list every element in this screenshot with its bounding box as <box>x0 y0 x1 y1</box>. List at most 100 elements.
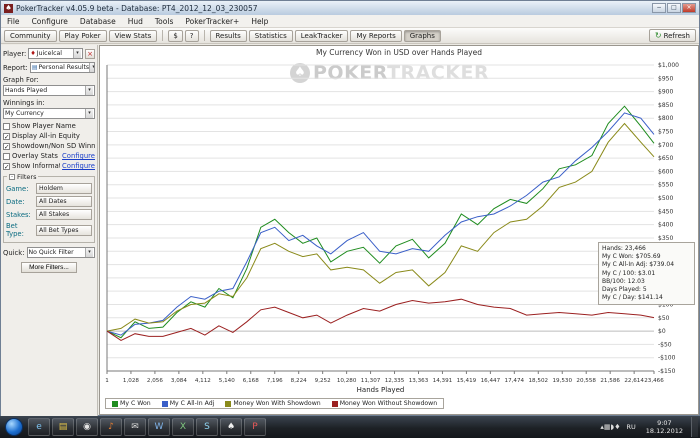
network-tray-icon[interactable]: ♦ <box>614 423 620 431</box>
report-icon <box>32 64 38 71</box>
showdown-winnings-checkbox[interactable]: ✓ <box>3 142 10 150</box>
menu-pokertracker-plus[interactable]: PokerTracker+ <box>184 17 240 26</box>
community-button[interactable]: Community <box>4 29 57 42</box>
overlay-stats-checkbox[interactable] <box>3 152 10 160</box>
svg-text:17,474: 17,474 <box>505 378 525 384</box>
currency-button[interactable]: $ <box>168 29 183 42</box>
chart-legend: My C Won My C All-In Adj Money Won With … <box>105 398 445 409</box>
media-player-icon[interactable]: ◉ <box>76 418 98 436</box>
maximize-button[interactable] <box>667 3 681 13</box>
menu-bar: File Configure Database Hud Tools PokerT… <box>1 15 699 28</box>
show-information-box-checkbox[interactable]: ✓ <box>3 162 10 170</box>
screen: PokerTracker v4.05.9 beta - Database: PT… <box>0 0 700 438</box>
tab-results[interactable]: Results <box>209 29 247 42</box>
bet-type-filter-button[interactable]: All Bet Types <box>36 224 92 236</box>
update-tray-icon[interactable]: ▦ <box>604 423 611 431</box>
minimize-button[interactable] <box>652 3 666 13</box>
menu-configure[interactable]: Configure <box>31 17 69 26</box>
chevron-down-icon[interactable] <box>85 109 93 118</box>
svg-text:7,196: 7,196 <box>267 378 283 384</box>
svg-text:$950: $950 <box>658 75 673 82</box>
chevron-down-icon[interactable] <box>85 248 93 257</box>
filters-collapse-toggle[interactable]: - <box>9 174 15 180</box>
tab-leaktracker[interactable]: LeakTracker <box>294 29 349 42</box>
tab-graphs[interactable]: Graphs <box>403 29 441 42</box>
report-select[interactable]: Personal Results <box>29 62 95 73</box>
mail-app-icon[interactable]: ✉ <box>124 418 146 436</box>
menu-tools[interactable]: Tools <box>154 17 174 26</box>
tab-statistics[interactable]: Statistics <box>248 29 293 42</box>
taskbar-icons: e ▤ ◉ ♪ ✉ W X S ♠ P <box>28 418 266 436</box>
svg-text:$600: $600 <box>658 168 673 175</box>
legend-label: Money Won Without Showdown <box>339 400 438 407</box>
menu-help[interactable]: Help <box>250 17 269 26</box>
folder-icon[interactable]: ▤ <box>52 418 74 436</box>
close-button[interactable] <box>682 3 696 13</box>
legend-label: Money Won With Showdown <box>233 400 321 407</box>
game-filter-button[interactable]: Holdem <box>36 183 92 194</box>
poker-client-icon[interactable]: ♠ <box>220 418 242 436</box>
info-per-day: My C / Day: $141.14 <box>602 294 663 302</box>
play-poker-button[interactable]: Play Poker <box>58 29 107 42</box>
pokertracker-window: PokerTracker v4.05.9 beta - Database: PT… <box>0 0 700 416</box>
quick-filter-select[interactable]: No Quick Filter <box>26 247 95 258</box>
chart-title: My Currency Won in USD over Hands Played <box>316 48 482 57</box>
pokertracker-app-icon[interactable]: P <box>244 418 266 436</box>
svg-text:14,391: 14,391 <box>433 378 453 384</box>
show-player-name-checkbox[interactable] <box>3 122 10 130</box>
show-desktop-button[interactable] <box>691 417 698 437</box>
language-indicator[interactable]: RU <box>625 423 638 431</box>
start-button[interactable] <box>5 418 23 436</box>
tab-my-reports[interactable]: My Reports <box>350 29 402 42</box>
svg-text:19,530: 19,530 <box>552 378 572 384</box>
more-filters-button[interactable]: More Filters... <box>21 262 77 273</box>
menu-hud[interactable]: Hud <box>127 17 144 26</box>
chat-app-icon[interactable]: S <box>196 418 218 436</box>
overlay-stats-configure-link[interactable]: Configure <box>62 152 95 160</box>
player-value: Juicelcal <box>36 50 63 57</box>
legend-allin-adj: My C All-In Adj <box>161 400 214 407</box>
browser-icon[interactable]: e <box>28 418 50 436</box>
sidebar: Player: Juicelcal Report: Personal Resul… <box>1 45 98 416</box>
svg-text:13,363: 13,363 <box>409 378 429 384</box>
excel-app-icon[interactable]: X <box>172 418 194 436</box>
music-app-icon[interactable]: ♪ <box>100 418 122 436</box>
stakes-filter-label: Stakes: <box>6 210 31 219</box>
display-allin-equity-checkbox[interactable]: ✓ <box>3 132 10 140</box>
legend-swatch <box>161 400 168 407</box>
word-app-icon[interactable]: W <box>148 418 170 436</box>
menu-database[interactable]: Database <box>79 17 117 26</box>
svg-text:3,084: 3,084 <box>171 378 187 384</box>
help-button[interactable]: ? <box>184 29 199 42</box>
title-bar[interactable]: PokerTracker v4.05.9 beta - Database: PT… <box>1 1 699 15</box>
svg-text:11,307: 11,307 <box>361 378 381 384</box>
winnings-graph[interactable]: $1,000 $950 $900 $850 $800 $750 $700 $650 $600 $5… <box>101 59 698 397</box>
stakes-filter-button[interactable]: All Stakes <box>36 209 92 220</box>
graph-for-select[interactable]: Hands Played <box>3 85 95 96</box>
player-select[interactable]: Juicelcal <box>28 48 83 59</box>
checkbox-label: Show Information Box <box>12 162 60 170</box>
svg-text:$700: $700 <box>658 142 673 149</box>
information-box-configure-link[interactable]: Configure <box>62 162 95 170</box>
chevron-down-icon[interactable] <box>85 86 93 95</box>
chevron-down-icon[interactable] <box>89 63 94 72</box>
checkbox-label: Show Player Name <box>12 122 76 130</box>
info-allin-adj: My C All-In Adj: $739.04 <box>602 261 675 269</box>
svg-text:6,168: 6,168 <box>243 378 259 384</box>
svg-text:-$150: -$150 <box>658 368 676 375</box>
winnings-in-select[interactable]: My Currency <box>3 108 95 119</box>
taskbar-clock[interactable]: 9:07 18.12.2012 <box>642 419 687 435</box>
refresh-button[interactable]: Refresh <box>648 29 696 42</box>
checkbox-row-show-player-name: Show Player Name <box>3 122 95 130</box>
player-icon <box>30 50 35 57</box>
svg-text:$500: $500 <box>658 195 673 202</box>
chevron-down-icon[interactable] <box>73 49 81 58</box>
date-filter-button[interactable]: All Dates <box>36 196 92 207</box>
view-stats-button[interactable]: View Stats <box>108 29 158 42</box>
clock-time: 9:07 <box>657 419 672 427</box>
menu-file[interactable]: File <box>6 17 21 26</box>
svg-text:Hands Played: Hands Played <box>357 386 405 394</box>
svg-text:-$100: -$100 <box>658 355 676 362</box>
clear-player-button[interactable] <box>85 48 95 59</box>
svg-text:$750: $750 <box>658 129 673 136</box>
